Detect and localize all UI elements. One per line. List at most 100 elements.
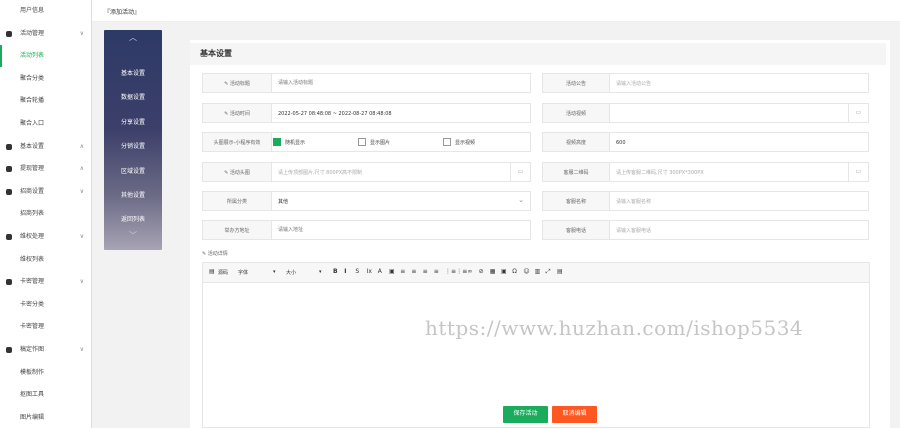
toolbar-tool-icon[interactable]: B [333,268,338,275]
sidebar-group[interactable]: 卡密管理 ∨ [0,271,92,293]
time-input[interactable]: 2022-05-27 08:48:08 ~ 2022-08-27 08:48:0… [271,103,531,123]
show-image-checkbox[interactable] [358,138,366,146]
sidebar-item[interactable]: 聚合轮播 [0,90,92,112]
sidebar-item[interactable]: 招商列表 [0,203,92,225]
nav-item[interactable]: 基本设置 [104,68,162,77]
sidebar-item-label: 卡密管理 [20,278,45,286]
toolbar-tool-icon[interactable]: ⋮≡ [445,268,456,275]
sidebar-item-label: 基本设置 [20,142,45,150]
sidebar-item[interactable]: 卡密分类 [0,294,92,316]
sidebar-item[interactable]: 模板制作 [0,362,92,384]
section-title: 基本设置 [190,43,886,65]
size-dropdown-icon[interactable]: ▾ [319,269,322,275]
sidebar-group[interactable]: 稿定作图 ∨ [0,339,92,361]
nav-item[interactable]: 数据设置 [104,92,162,101]
sidebar-item[interactable]: 图片编辑 [0,407,92,429]
right-field-input[interactable]: ▭ [609,103,869,123]
random-display-checkbox[interactable] [273,138,281,146]
show-image-label: 显示图片 [370,140,391,146]
toolbar-tool-icon[interactable]: ▤ [557,268,563,275]
size-select[interactable]: 大小 [286,269,296,276]
group-icon [6,143,12,150]
nav-item[interactable]: 分享设置 [104,117,162,126]
toolbar-tool-icon[interactable]: A [378,268,382,275]
sidebar-group[interactable]: 活动管理 ∨ [0,23,92,45]
sidebar-item[interactable]: 活动列表 [0,45,92,68]
sidebar-item[interactable]: 卡密管理 [0,316,92,338]
edit-icon: ✎ [224,81,229,87]
toolbar-tool-icon[interactable]: ▣ [389,268,395,275]
sidebar-item[interactable]: 聚合入口 [0,113,92,135]
toolbar-tool-icon[interactable]: ≡ [423,268,428,275]
activity-form: 基本设置 ✎ 活动标题 ✎ 活动时间 2022-05-27 08:48:08 ~… [190,40,890,428]
org-address-input[interactable] [271,220,531,240]
sidebar-group[interactable]: 基本设置 ∧ [0,136,92,158]
sidebar-item-label: 用户信息 [20,7,45,14]
nav-item[interactable]: 区域设置 [104,166,162,175]
sidebar-item-label: 模板制作 [20,368,45,376]
upload-icon[interactable]: ▭ [848,103,868,123]
right-field-label: 活动公告 [542,73,610,93]
toolbar-tool-icon[interactable]: ⤢ [546,268,551,276]
right-field-input[interactable]: 请输入活动公告 [609,73,869,93]
sidebar-group[interactable]: 维权处理 ∨ [0,226,92,248]
group-icon [6,30,12,37]
sidebar-group[interactable]: 招商设置 ∨ [0,181,92,203]
toolbar-tool-icon[interactable]: Ω [512,268,517,275]
toolbar-tool-icon[interactable]: ▦ [490,268,496,275]
sidebar-item[interactable]: 用户信息 [0,0,92,22]
breadcrumb: 『添加活动』 [104,9,141,16]
category-label: 所属分类 [202,191,272,211]
nav-item[interactable]: 返回列表 [104,214,162,223]
source-icon[interactable]: ▤ [209,268,215,275]
sidebar-item[interactable]: 抠图工具 [0,384,92,406]
sidebar-item-label: 图片编辑 [20,413,45,421]
source-button[interactable]: 源码 [218,269,228,276]
toolbar-tool-icon[interactable]: ⊘ [479,268,484,275]
nav-item[interactable]: 分销设置 [104,141,162,150]
sidebar-item-label: 抠图工具 [20,391,45,399]
toolbar-tool-icon[interactable]: Ix [367,268,372,275]
toolbar-tool-icon[interactable]: ▣ [501,268,507,275]
sidebar-item[interactable]: 维权列表 [0,249,92,271]
toolbar-tool-icon[interactable]: ∞ [467,268,472,275]
upload-icon[interactable]: ▭ [510,162,530,182]
toolbar-tool-icon[interactable]: S [355,268,359,275]
sidebar-item[interactable]: 聚合分类 [0,68,92,90]
right-field-input[interactable]: 请输入客服名称 [609,191,869,211]
right-field-input[interactable]: 请输入客服电话 [609,220,869,240]
toolbar-tool-icon[interactable]: ≡ [434,268,439,275]
toolbar-tool-icon[interactable]: ≡ [400,268,405,275]
toolbar-tool-icon[interactable]: ☺ [523,268,529,275]
toolbar-tool-icon[interactable]: ▥ [535,268,541,275]
show-video-checkbox[interactable] [443,138,451,146]
cancel-button[interactable]: 取消编辑 [552,406,597,423]
sidebar-item-label: 提现管理 [20,165,45,173]
font-select[interactable]: 字体 [238,269,248,276]
sidebar-item-label: 活动列表 [20,52,45,60]
font-dropdown-icon[interactable]: ▾ [273,269,276,275]
show-video-label: 显示视频 [455,140,476,146]
right-field-label: 活动视频 [542,103,610,123]
toolbar-tool-icon[interactable]: ⋮≡ [456,268,467,275]
title-label: ✎ 活动标题 [202,73,272,93]
sidebar-group[interactable]: 提现管理 ∧ [0,158,92,180]
right-field-input[interactable]: 600 [609,132,869,152]
title-input[interactable] [271,73,531,93]
nav-item[interactable]: 其他设置 [104,190,162,199]
detail-label: ✎ 活动详情 [202,251,228,257]
head-image-input[interactable]: 请上传顶部图片,尺寸 800PX高不限制 ▭ [271,162,531,182]
sidebar-item-label: 活动管理 [20,29,45,37]
rich-text-editor[interactable]: ▤ 源码 字体 ▾ 大小 ▾ B I S Ix A ▣ ≡ ≡ ≡ ≡ ⋮≡ ⋮≡ ∞ ⊘ ▦ ▣ Ω ☺ ▥ ⤢ ▤ [202,262,870,428]
toolbar-tool-icon[interactable]: I [344,268,346,275]
nav-up-arrow-icon[interactable]: ︿ [104,32,162,43]
right-field-input[interactable]: 请上传客服二维码,尺寸 300PX*300PX ▭ [609,162,869,182]
upload-icon[interactable]: ▭ [848,162,868,182]
edit-icon: ✎ [224,111,229,117]
sidebar: 用户信息活动管理 ∨ 活动列表聚合分类 聚合轮播 聚合入口 基本设置 ∧ 提现管理 ∧ 招商设置 ∨… [0,0,92,428]
toolbar-tool-icon[interactable]: ≡ [411,268,416,275]
category-select[interactable]: 其他 ⌄ [271,191,531,211]
right-field-label: 视频高度 [542,132,610,152]
nav-down-arrow-icon[interactable]: ﹀ [104,230,162,241]
save-button[interactable]: 保存活动 [503,406,548,423]
